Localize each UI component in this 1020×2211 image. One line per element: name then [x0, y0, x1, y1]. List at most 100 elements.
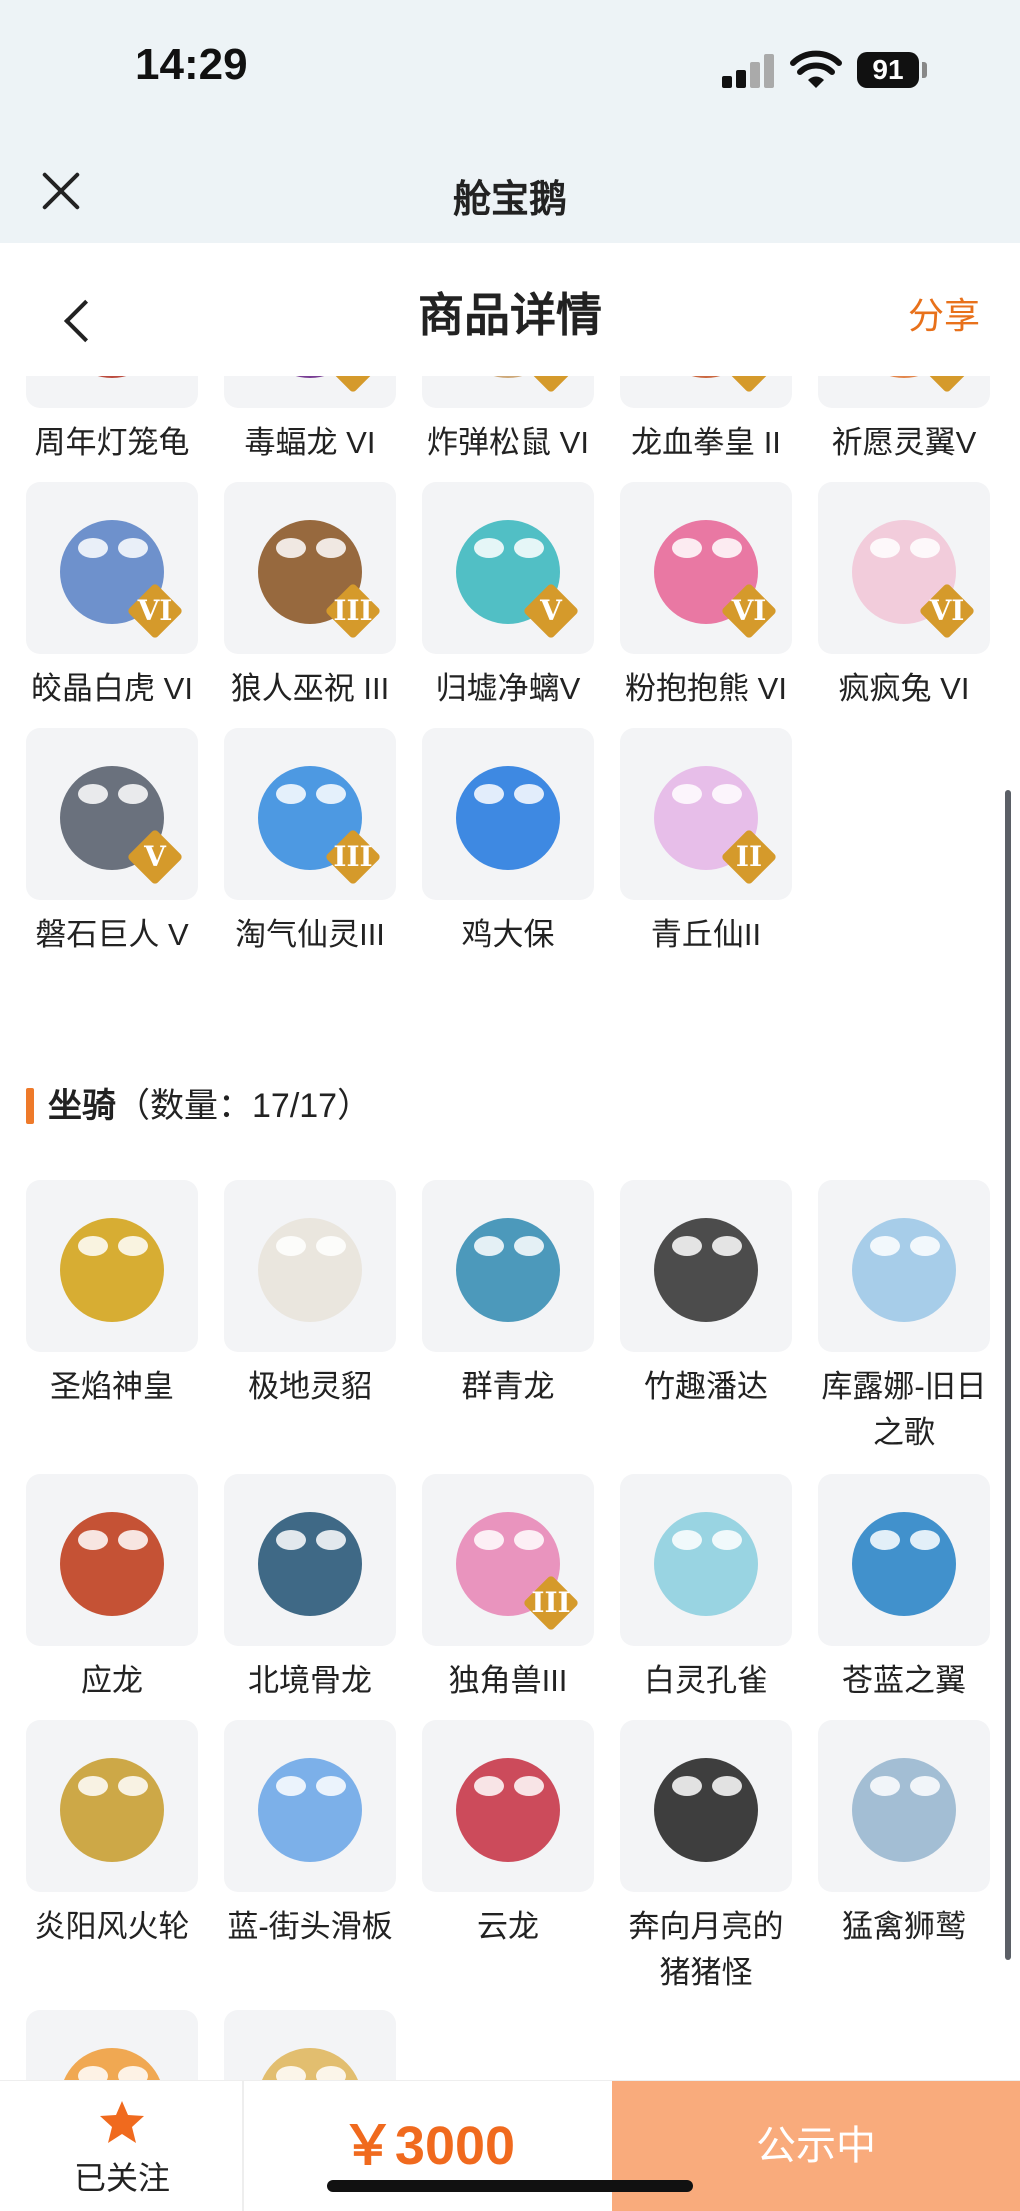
- item-label: 奔向月亮的猪猪怪: [628, 1909, 784, 1990]
- item-thumbnail: [224, 1474, 396, 1646]
- item-thumbnail: VI: [224, 376, 396, 408]
- item-label: 圣焰神皇: [50, 1369, 174, 1404]
- pet-card[interactable]: V 磐石巨人 V: [26, 728, 198, 958]
- item-thumbnail: II: [620, 728, 792, 900]
- mount-card[interactable]: 极地灵貂: [224, 1180, 396, 1410]
- section-heading: 坐骑（数量：17/17）: [48, 1082, 371, 1130]
- home-indicator: [327, 2180, 693, 2192]
- battery-cap: [922, 62, 927, 78]
- mount-card[interactable]: 竹趣潘达: [620, 1180, 792, 1410]
- mount-card[interactable]: 云龙: [422, 1720, 594, 1950]
- wifi-icon: [790, 50, 842, 88]
- tier-badge: VI: [720, 582, 778, 640]
- item-thumbnail: [224, 1720, 396, 1892]
- item-label: 竹趣潘达: [644, 1369, 768, 1404]
- mount-card[interactable]: [224, 2010, 396, 2080]
- follow-button[interactable]: 已关注: [0, 2081, 244, 2211]
- item-thumbnail: [26, 1720, 198, 1892]
- item-label: 炎阳风火轮: [34, 1909, 190, 1944]
- item-image: [636, 1196, 776, 1336]
- item-label: 周年灯笼龟: [34, 425, 190, 460]
- page-title: 商品详情: [418, 289, 602, 341]
- item-thumbnail: [26, 1180, 198, 1352]
- item-image: [42, 1196, 182, 1336]
- item-image: [636, 1490, 776, 1630]
- mount-card[interactable]: 应龙: [26, 1474, 198, 1704]
- item-image: [240, 1490, 380, 1630]
- item-thumbnail: VI: [26, 482, 198, 654]
- item-thumbnail: II: [620, 376, 792, 408]
- item-label: 粉抱抱熊 VI: [625, 671, 787, 706]
- tier-badge: II: [720, 828, 778, 886]
- item-label: 皎晶白虎 VI: [31, 671, 193, 706]
- item-thumbnail: [620, 1720, 792, 1892]
- item-thumbnail: V: [26, 728, 198, 900]
- item-label: 炸弹松鼠 VI: [427, 425, 589, 460]
- tier-badge: VI: [918, 582, 976, 640]
- item-thumbnail: III: [422, 1474, 594, 1646]
- section-accent-bar: [26, 1088, 34, 1124]
- item-image: [42, 1490, 182, 1630]
- mount-card[interactable]: 苍蓝之翼: [818, 1474, 990, 1704]
- item-thumbnail: [224, 1180, 396, 1352]
- pet-card[interactable]: II 青丘仙II: [620, 728, 792, 958]
- item-image: [42, 1736, 182, 1876]
- pet-card[interactable]: VI 疯疯兔 VI: [818, 482, 990, 712]
- mount-card[interactable]: 库露娜-旧日之歌: [818, 1180, 990, 1456]
- item-thumbnail: [26, 1474, 198, 1646]
- pet-card[interactable]: V 祈愿灵翼V: [818, 376, 990, 466]
- item-image: [834, 1736, 974, 1876]
- pet-card[interactable]: 鸡大保: [422, 728, 594, 958]
- mount-card[interactable]: [26, 2010, 198, 2080]
- mount-card[interactable]: 奔向月亮的猪猪怪: [620, 1720, 792, 1996]
- item-thumbnail: V: [422, 482, 594, 654]
- app-bar: 舱宝鹅: [0, 140, 1020, 243]
- status-time: 14:29: [135, 40, 248, 89]
- mount-card[interactable]: 猛禽狮鹫: [818, 1720, 990, 1950]
- share-button[interactable]: 分享: [908, 287, 980, 339]
- item-image: [240, 1736, 380, 1876]
- app-title: 舱宝鹅: [452, 179, 567, 221]
- mount-card[interactable]: 圣焰神皇: [26, 1180, 198, 1410]
- scrollbar[interactable]: [1005, 790, 1011, 1960]
- item-thumbnail: [422, 1180, 594, 1352]
- item-label: 疯疯兔 VI: [838, 671, 970, 706]
- tier-badge: VI: [522, 376, 580, 394]
- pet-card[interactable]: III 淘气仙灵III: [224, 728, 396, 958]
- item-image: [240, 1196, 380, 1336]
- item-image: [42, 2026, 182, 2080]
- mount-card[interactable]: 白灵孔雀: [620, 1474, 792, 1704]
- pet-card[interactable]: VI 毒蝠龙 VI: [224, 376, 396, 466]
- item-label: 青丘仙II: [650, 917, 762, 952]
- pet-card[interactable]: 周年灯笼龟: [26, 376, 198, 466]
- pet-card[interactable]: VI 炸弹松鼠 VI: [422, 376, 594, 466]
- tier-badge: II: [720, 376, 778, 394]
- item-image: [438, 744, 578, 884]
- item-label: 蓝-街头滑板: [227, 1909, 393, 1944]
- tier-badge: III: [324, 828, 382, 886]
- mount-card[interactable]: 群青龙: [422, 1180, 594, 1410]
- item-label: 独角兽III: [448, 1663, 568, 1698]
- item-label: 北境骨龙: [248, 1663, 372, 1698]
- pet-card[interactable]: II 龙血拳皇 II: [620, 376, 792, 466]
- mount-card[interactable]: 炎阳风火轮: [26, 1720, 198, 1950]
- follow-label: 已关注: [73, 2160, 170, 2196]
- item-thumbnail: III: [224, 482, 396, 654]
- item-label: 鸡大保: [461, 917, 555, 952]
- pet-card[interactable]: VI 粉抱抱熊 VI: [620, 482, 792, 712]
- item-image: [438, 1196, 578, 1336]
- mount-card[interactable]: 蓝-街头滑板: [224, 1720, 396, 1950]
- pet-card[interactable]: V 归墟净螭V: [422, 482, 594, 712]
- section-count: （数量：17/17）: [116, 1087, 372, 1125]
- tier-badge: V: [522, 582, 580, 640]
- tier-badge: V: [918, 376, 976, 394]
- pet-card[interactable]: III 狼人巫祝 III: [224, 482, 396, 712]
- product-content[interactable]: 周年灯笼龟 VI 毒蝠龙 VI VI 炸弹松鼠 VI II 龙血拳皇 II V 祈愿灵翼V VI 皎…: [0, 376, 1020, 2080]
- item-thumbnail: [224, 2010, 396, 2080]
- mount-card[interactable]: 北境骨龙: [224, 1474, 396, 1704]
- item-thumbnail: [422, 1720, 594, 1892]
- mount-card[interactable]: III 独角兽III: [422, 1474, 594, 1704]
- item-thumbnail: [818, 1180, 990, 1352]
- pet-card[interactable]: VI 皎晶白虎 VI: [26, 482, 198, 712]
- item-label: 龙血拳皇 II: [631, 425, 781, 460]
